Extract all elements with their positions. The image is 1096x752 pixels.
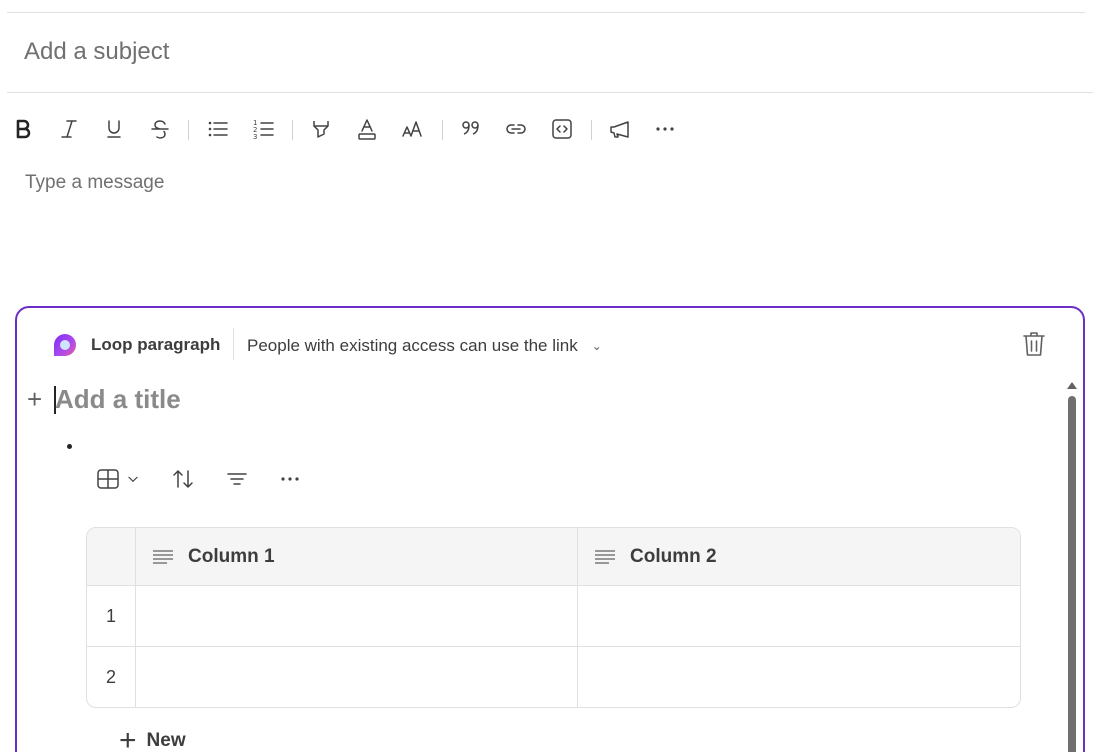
header-separator [233, 328, 234, 360]
access-label: People with existing access can use the … [247, 336, 578, 355]
table-view-dropdown[interactable] [96, 464, 140, 494]
svg-text:3: 3 [253, 133, 257, 141]
table-row: 1 [87, 586, 1020, 647]
more-options-icon[interactable] [278, 464, 302, 494]
font-color-icon[interactable] [349, 108, 385, 150]
title-input[interactable]: Add a title [55, 384, 181, 415]
loop-table: Column 1 Column 2 1 2 [86, 527, 1021, 708]
column-header-label: Column 1 [188, 545, 275, 567]
toolbar-separator [442, 120, 443, 140]
toolbar-separator [188, 120, 189, 140]
quote-icon[interactable] [453, 108, 489, 150]
subject-divider [7, 92, 1093, 93]
chevron-down-icon: ⌄ [591, 339, 602, 353]
code-snippet-icon[interactable] [544, 108, 580, 150]
sort-icon[interactable] [171, 464, 195, 494]
more-options-icon[interactable] [647, 108, 683, 150]
new-row-label: New [146, 730, 186, 751]
toolbar-separator [292, 120, 293, 140]
strikethrough-icon[interactable] [142, 108, 178, 150]
table-cell[interactable] [136, 647, 578, 707]
row-number: 1 [87, 586, 136, 646]
filter-icon[interactable] [225, 464, 249, 494]
highlight-icon[interactable] [303, 108, 339, 150]
access-dropdown[interactable]: People with existing access can use the … [247, 336, 602, 356]
new-row-button[interactable]: + New [119, 724, 186, 752]
row-number-header [87, 528, 136, 585]
message-body[interactable]: Type a message [25, 172, 164, 194]
underline-icon[interactable] [96, 108, 132, 150]
subject-input[interactable]: Add a subject [24, 38, 169, 66]
text-column-icon [595, 549, 615, 564]
loop-component: Loop paragraph People with existing acce… [15, 306, 1085, 752]
font-size-icon[interactable] [395, 108, 431, 150]
table-cell[interactable] [578, 647, 1020, 707]
column-header[interactable]: Column 2 [578, 528, 1020, 585]
trash-icon[interactable] [1021, 330, 1047, 358]
add-block-icon[interactable]: + [27, 384, 42, 414]
announcement-icon[interactable] [602, 108, 638, 150]
bold-icon[interactable] [5, 108, 41, 150]
column-header-label: Column 2 [630, 545, 717, 567]
numbered-list-icon[interactable]: 123 [246, 108, 282, 150]
table-cell[interactable] [578, 586, 1020, 646]
table-row: 2 [87, 647, 1020, 707]
table-cell[interactable] [136, 586, 578, 646]
loop-logo-icon [54, 334, 76, 358]
plus-icon: + [119, 724, 137, 752]
chevron-down-icon [128, 476, 138, 483]
bulleted-list-icon[interactable] [200, 108, 236, 150]
link-icon[interactable] [498, 108, 534, 150]
bullet-point [67, 444, 72, 449]
text-column-icon [153, 549, 173, 564]
table-header-row: Column 1 Column 2 [87, 528, 1020, 586]
column-header[interactable]: Column 1 [136, 528, 578, 585]
scrollbar-thumb[interactable] [1068, 396, 1076, 752]
table-icon [97, 469, 119, 489]
toolbar-separator [591, 120, 592, 140]
scroll-up-arrow-icon[interactable] [1067, 382, 1077, 389]
top-divider [7, 12, 1085, 13]
row-number: 2 [87, 647, 136, 707]
formatting-toolbar: 123 [0, 108, 700, 150]
loop-component-name: Loop paragraph [91, 335, 221, 354]
italic-icon[interactable] [51, 108, 87, 150]
